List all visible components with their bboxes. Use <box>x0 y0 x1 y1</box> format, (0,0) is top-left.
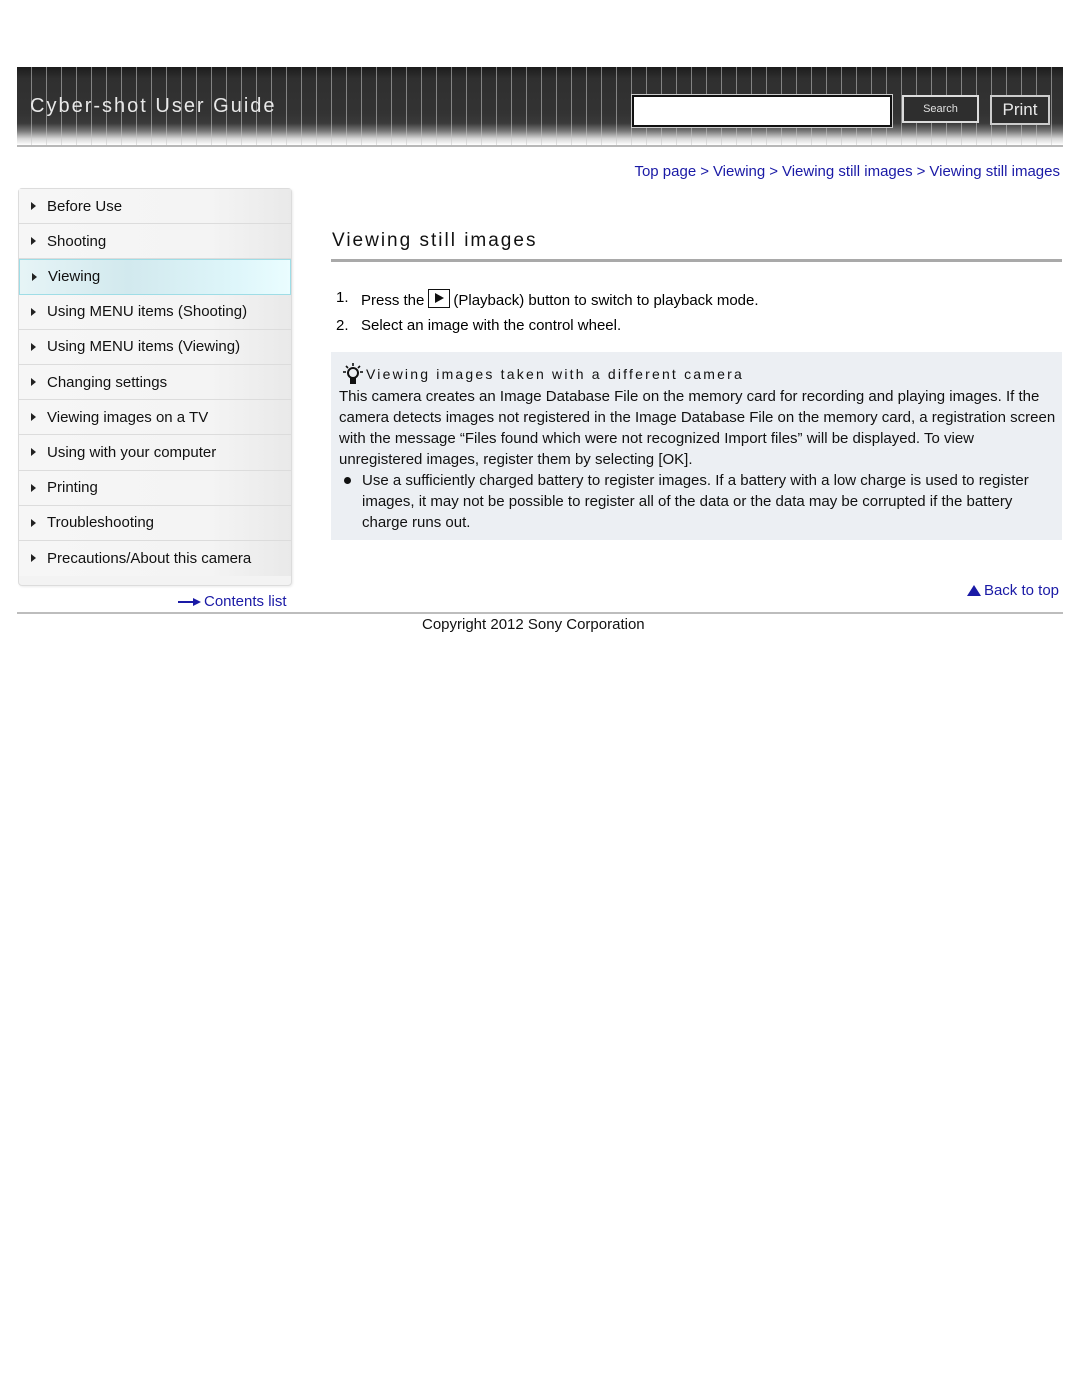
breadcrumb-separator: > <box>769 163 778 180</box>
header-banner: Cyber-shot User Guide Search Print <box>17 67 1063 147</box>
caret-right-icon <box>31 378 36 387</box>
sidebar-item-shooting[interactable]: Shooting <box>19 224 291 260</box>
breadcrumb-current-page[interactable]: Viewing still images <box>929 163 1060 180</box>
print-button[interactable]: Print <box>990 95 1050 125</box>
caret-right-icon <box>31 483 36 492</box>
copyright: Copyright 2012 Sony Corporation <box>422 616 645 633</box>
triangle-up-icon <box>966 585 981 596</box>
sidebar-nav: Before Use Shooting Viewing Using MENU i… <box>18 188 292 586</box>
breadcrumb-viewing-still-images[interactable]: Viewing still images <box>782 163 913 180</box>
sidebar-item-label: Using MENU items (Viewing) <box>47 338 241 356</box>
sidebar-item-label: Before Use <box>47 197 123 215</box>
hint-heading-text: Viewing images taken with a different ca… <box>366 366 744 382</box>
sidebar-item-label: Troubleshooting <box>47 514 155 532</box>
sidebar-item-label: Viewing <box>48 268 101 286</box>
steps-list: 1. Press the (Playback) button to switch … <box>336 289 759 345</box>
sidebar-item-computer[interactable]: Using with your computer <box>19 435 291 471</box>
caret-right-icon <box>31 202 36 211</box>
title-divider <box>331 259 1062 262</box>
caret-right-icon <box>31 413 36 422</box>
caret-right-icon <box>31 342 36 351</box>
back-to-top-link[interactable]: Back to top <box>966 582 1059 599</box>
sidebar-item-printing[interactable]: Printing <box>19 470 291 506</box>
sidebar-item-label: Printing <box>47 479 98 497</box>
sidebar-item-changing-settings[interactable]: Changing settings <box>19 364 291 401</box>
contents-list-label: Contents list <box>204 593 287 610</box>
hint-paragraph: This camera creates an Image Database Fi… <box>339 388 1056 468</box>
breadcrumb-separator: > <box>700 163 709 180</box>
search-button[interactable]: Search <box>902 95 979 123</box>
arrow-right-icon <box>178 597 201 606</box>
hint-box: Viewing images taken with a different ca… <box>331 352 1062 540</box>
sidebar-item-viewing-on-tv[interactable]: Viewing images on a TV <box>19 400 291 436</box>
step-item: 1. Press the (Playback) button to switch … <box>336 289 759 317</box>
sidebar-item-label: Precautions/About this camera <box>47 549 252 567</box>
caret-right-icon <box>31 554 36 563</box>
step-text-before: Press the <box>361 292 425 309</box>
sidebar-item-menu-viewing[interactable]: Using MENU items (Viewing) <box>19 329 291 365</box>
guide-title: Cyber-shot User Guide <box>30 95 277 117</box>
sidebar-item-menu-shooting[interactable]: Using MENU items (Shooting) <box>19 294 291 330</box>
sidebar-item-before-use[interactable]: Before Use <box>19 189 291 225</box>
breadcrumb-separator: > <box>916 163 926 180</box>
hint-body: This camera creates an Image Database Fi… <box>339 386 1057 533</box>
breadcrumb-viewing[interactable]: Viewing <box>713 163 765 180</box>
hint-heading: Viewing images taken with a different ca… <box>342 362 744 386</box>
page-title: Viewing still images <box>332 230 538 251</box>
footer-divider <box>17 612 1063 614</box>
hint-lightbulb-icon <box>343 363 363 384</box>
caret-right-icon <box>31 518 36 527</box>
caret-right-icon <box>31 237 36 246</box>
sidebar-item-label: Using with your computer <box>47 443 217 461</box>
sidebar-item-label: Changing settings <box>47 373 168 391</box>
breadcrumb-top-page[interactable]: Top page <box>634 163 696 180</box>
back-to-top-label: Back to top <box>983 582 1059 599</box>
breadcrumb: Top page > Viewing > Viewing still images > Vi… <box>634 163 1060 180</box>
search-input[interactable] <box>631 94 893 128</box>
sidebar-item-precautions[interactable]: Precautions/About this camera <box>19 540 291 577</box>
step-text: Press the (Playback) button to switch to … <box>361 289 759 309</box>
sidebar-item-label: Shooting <box>47 232 107 250</box>
caret-right-icon <box>31 307 36 316</box>
caret-right-icon <box>31 448 36 457</box>
step-item: 2. Select an image with the control whee… <box>336 317 759 345</box>
step-text: Select an image with the control wheel. <box>361 317 622 334</box>
bullet-icon <box>344 477 351 484</box>
step-text-after: (Playback) button to switch to playback … <box>453 292 759 309</box>
hint-bullet-text: Use a sufficiently charged battery to re… <box>362 472 1029 531</box>
step-number: 2. <box>336 317 349 334</box>
playback-icon <box>428 289 451 308</box>
sidebar-item-viewing[interactable]: Viewing <box>19 259 291 295</box>
caret-right-icon <box>32 272 37 281</box>
sidebar-item-troubleshooting[interactable]: Troubleshooting <box>19 505 291 541</box>
step-number: 1. <box>336 289 349 306</box>
hint-bullet-item: Use a sufficiently charged battery to re… <box>339 470 1057 533</box>
contents-list-link[interactable]: Contents list <box>178 593 287 610</box>
sidebar-item-label: Viewing images on a TV <box>47 408 209 426</box>
sidebar-item-label: Using MENU items (Shooting) <box>47 303 248 321</box>
